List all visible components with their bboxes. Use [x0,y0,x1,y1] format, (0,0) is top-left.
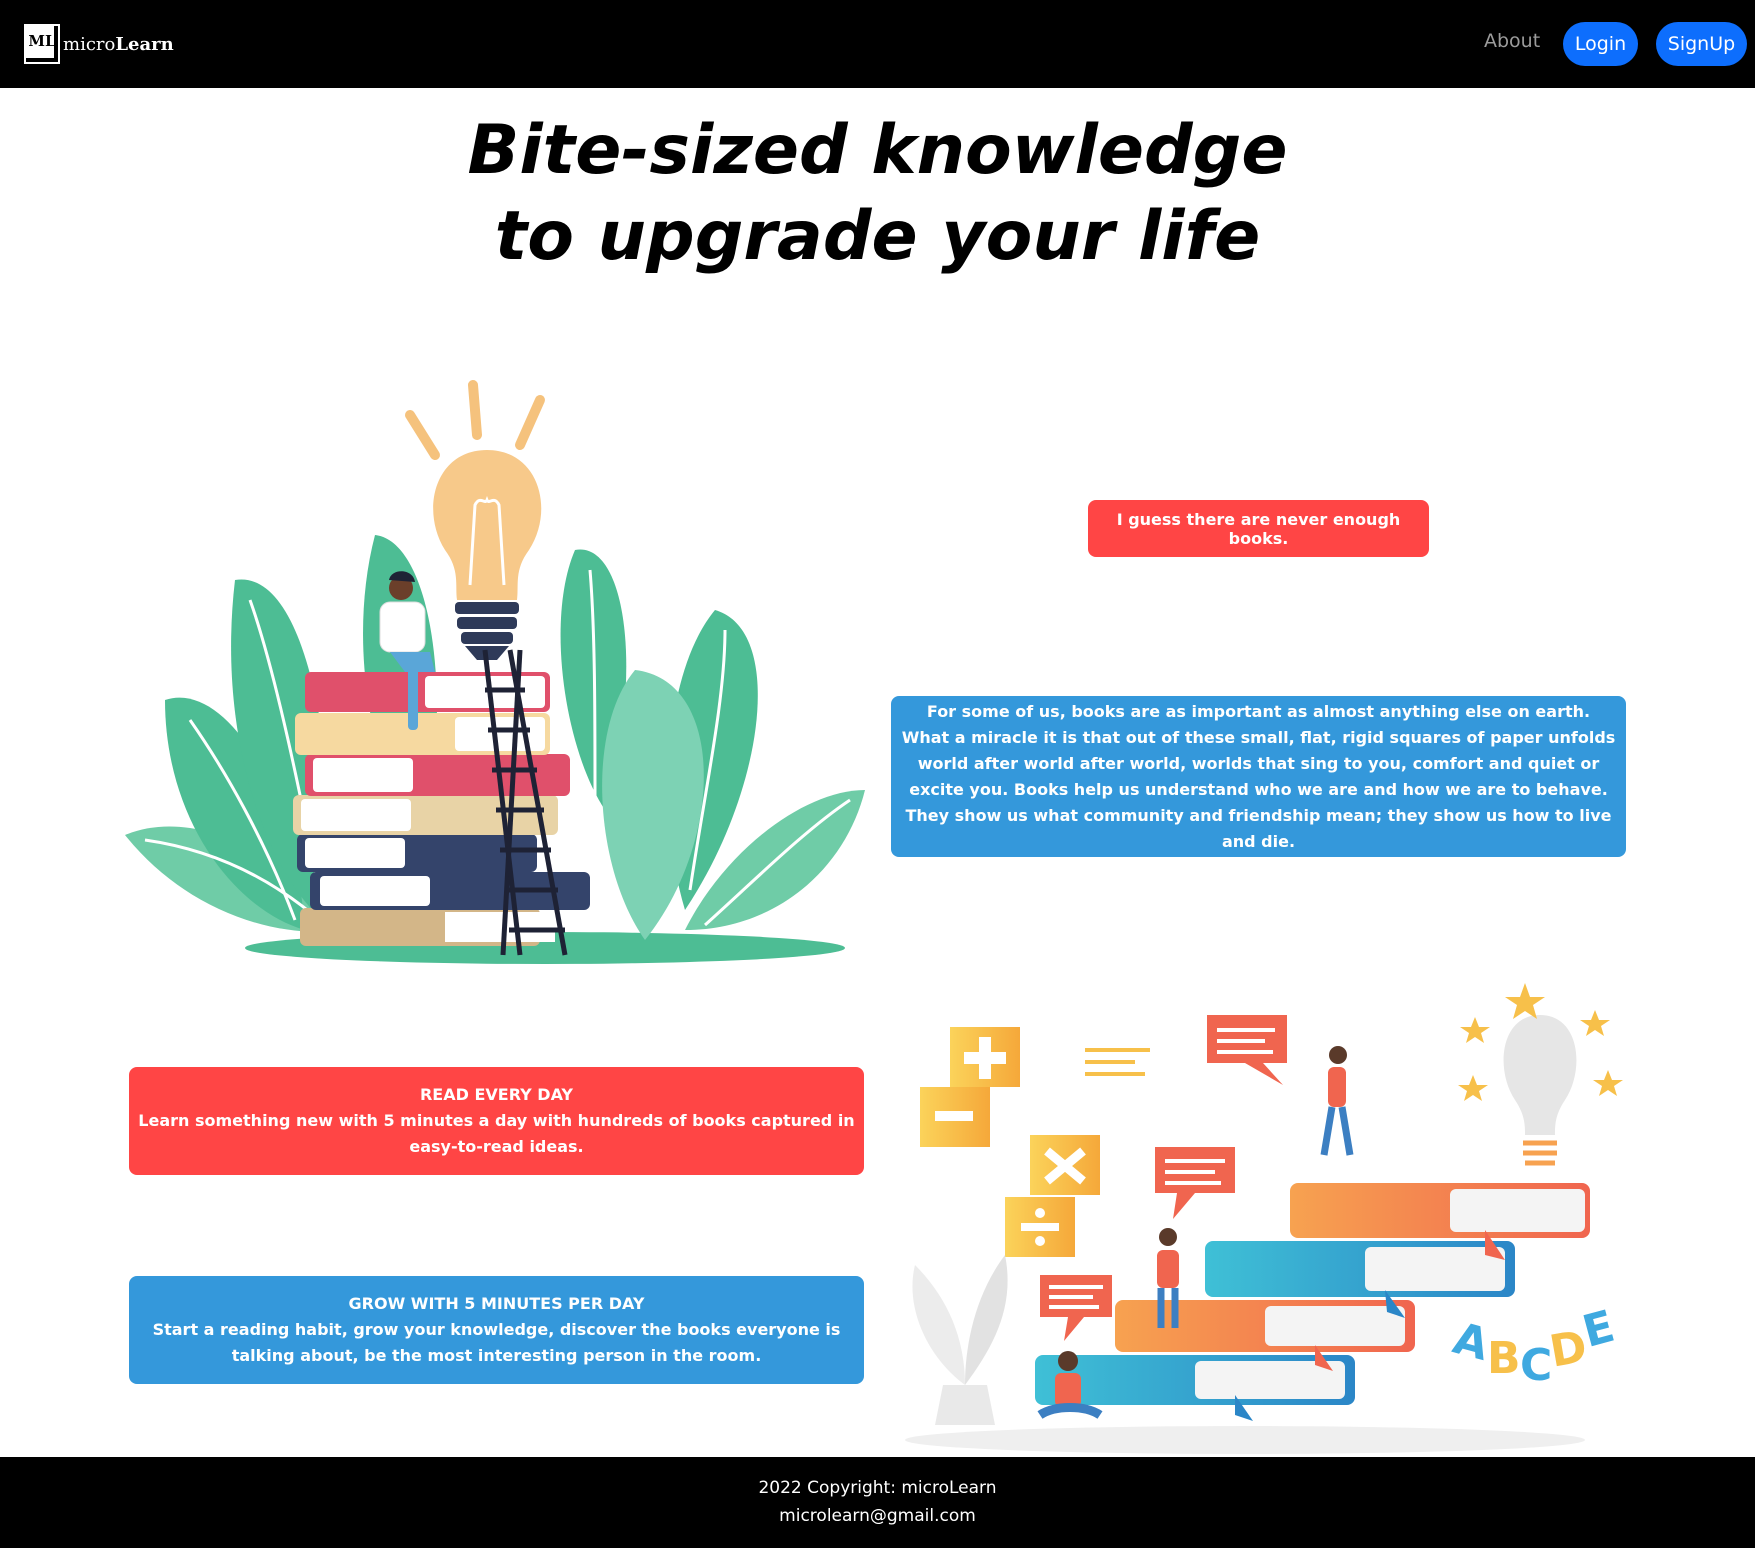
logo-mark: ML [24,24,60,64]
books-essay-text: For some of us, books are as important a… [901,701,1616,851]
hero-line-1: Bite-sized knowledge [467,111,1288,190]
read-every-day-title: READ EVERY DAY [419,1085,574,1104]
hero-title: Bite-sized knowledge to upgrade your lif… [0,108,1755,280]
hero-line-2: to upgrade your life [494,197,1261,276]
brand-name: microLearn [63,33,174,55]
read-every-day-body: Learn something new with 5 minutes a day… [138,1111,855,1156]
grow-card: GROW WITH 5 MINUTES PER DAY Start a read… [129,1276,864,1384]
letter-c: C [1520,1340,1552,1391]
reading-people-illustration: A B C D E [905,983,1623,1454]
read-every-day-card: READ EVERY DAY Learn something new with … [129,1067,864,1175]
navbar: ML microLearn About Login SignUp [0,0,1755,88]
grow-body: Start a reading habit, grow your knowled… [152,1320,841,1365]
login-button[interactable]: Login [1563,22,1638,66]
footer-copyright: 2022 Copyright: microLearn [758,1478,997,1498]
brand-logo[interactable]: ML microLearn [24,24,174,64]
letter-b: B [1487,1333,1521,1384]
footer-email: microlearn@gmail.com [779,1506,976,1526]
books-essay-card: For some of us, books are as important a… [891,696,1626,857]
signup-button[interactable]: SignUp [1656,22,1747,66]
quote-card: I guess there are never enough books. [1088,500,1429,557]
books-ladder-illustration [125,380,865,964]
nav-about-link[interactable]: About [1484,30,1540,52]
footer: 2022 Copyright: microLearn microlearn@gm… [0,1457,1755,1548]
grow-title: GROW WITH 5 MINUTES PER DAY [348,1294,645,1313]
quote-text: I guess there are never enough books. [1116,509,1401,548]
